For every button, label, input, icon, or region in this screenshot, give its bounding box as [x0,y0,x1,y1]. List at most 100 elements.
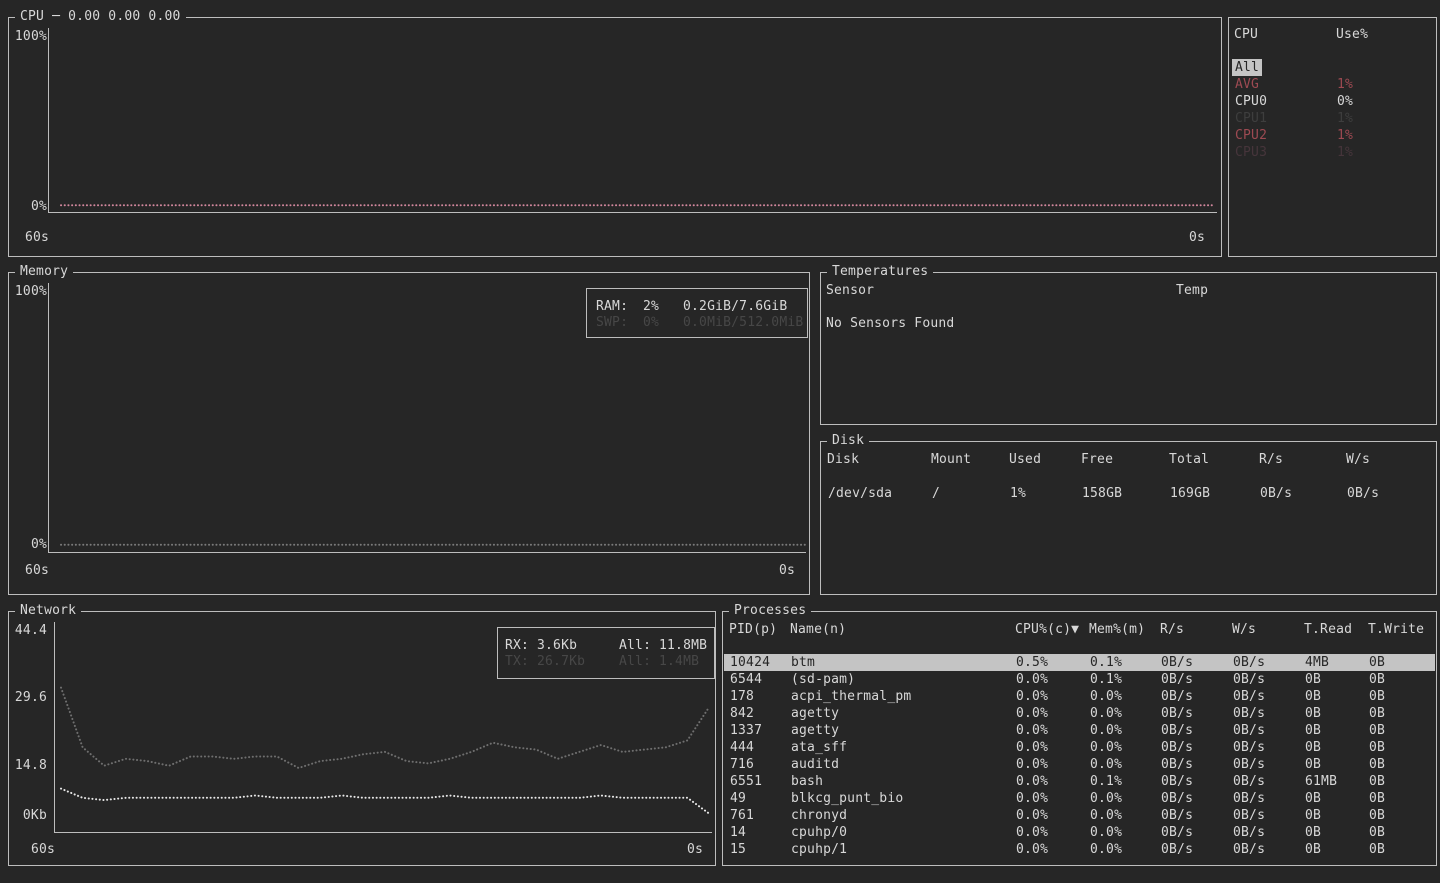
process-cell: 0B [1305,807,1321,824]
process-row-cpuhp/0[interactable]: 14cpuhp/00.0%0.0%0B/s0B/s0B0B [724,824,1435,841]
temperatures-panel-title: Temperatures [827,264,933,279]
process-cell: 0B [1305,722,1321,739]
process-row-auditd[interactable]: 716auditd0.0%0.0%0B/s0B/s0B0B [724,756,1435,773]
btm-system-monitor: CPU ─ 0.00 0.00 0.00 100% 0% 60s 0s CPU … [0,0,1440,883]
disk-cell: 0B/s [1260,485,1292,502]
cpu-legend-row-cpu3[interactable]: CPU31% [1230,144,1435,161]
disk-panel-title: Disk [827,433,869,448]
process-row-bash[interactable]: 6551bash0.0%0.1%0B/s0B/s61MB0B [724,773,1435,790]
process-cell: auditd [791,756,839,773]
cpu-legend-name: CPU1 [1235,110,1267,127]
processes-header-ws[interactable]: W/s [1232,621,1256,638]
process-row-btm[interactable]: 10424btm0.5%0.1%0B/s0B/s4MB0B [724,654,1435,671]
process-cell: 0.0% [1016,807,1048,824]
cpu-chart [9,18,1219,254]
cpu-legend-name: CPU3 [1235,144,1267,161]
cpu-legend-row-cpu2[interactable]: CPU2 1% [1230,127,1435,144]
process-cell: 6544 [730,671,762,688]
process-row-ata_sff[interactable]: 444ata_sff0.0%0.0%0B/s0B/s0B0B [724,739,1435,756]
network-legend-all-label: All: [619,653,651,670]
processes-header-cpu[interactable]: CPU%(c)▼ [1015,621,1079,638]
process-cell: 0B [1369,807,1385,824]
process-cell: 61MB [1305,773,1337,790]
process-cell: 0.0% [1016,841,1048,858]
process-cell: 842 [730,705,754,722]
process-cell: 0.1% [1090,671,1122,688]
disk-header-free: Free [1081,451,1113,468]
process-cell: 0B [1369,841,1385,858]
disk-cell: 158GB [1082,485,1122,502]
cpu-legend-name: All [1232,59,1262,76]
processes-header-rs[interactable]: R/s [1160,621,1184,638]
cpu-legend-col-use: Use% [1336,26,1368,43]
process-cell: 0B [1369,739,1385,756]
process-cell: 0B/s [1161,654,1193,671]
temperatures-col-sensor: Sensor [826,282,874,299]
process-cell: 0B/s [1161,841,1193,858]
memory-panel: Memory 100% 0% 60s 0s RAM:2%0.2GiB/7.6Gi… [8,272,810,595]
process-cell: 0.0% [1090,739,1122,756]
cpu-legend-name: CPU0 [1235,93,1267,110]
process-cell: 0B/s [1161,824,1193,841]
process-cell: acpi_thermal_pm [791,688,911,705]
process-cell: 0.0% [1090,807,1122,824]
process-cell: 0B/s [1233,654,1265,671]
process-row-cpuhp/1[interactable]: 15cpuhp/10.0%0.0%0B/s0B/s0B0B [724,841,1435,858]
memory-x-right-label: 0s [779,562,795,579]
cpu-legend-name: CPU2 [1235,127,1267,144]
cpu-legend-row-avg[interactable]: AVG1% [1230,76,1435,93]
process-row-(sd-pam)[interactable]: 6544(sd-pam)0.0%0.1%0B/s0B/s0B0B [724,671,1435,688]
processes-header-name[interactable]: Name(n) [790,621,846,638]
temperatures-panel: Temperatures Sensor Temp No Sensors Foun… [820,272,1437,425]
disk-cell: / [932,485,940,502]
disk-cell: 0B/s [1347,485,1379,502]
disk-header-used: Used [1009,451,1041,468]
temperatures-col-temp: Temp [1176,282,1208,299]
process-row-agetty[interactable]: 842agetty0.0%0.0%0B/s0B/s0B0B [724,705,1435,722]
process-cell: 0.0% [1090,790,1122,807]
process-row-blkcg_punt_bio[interactable]: 49blkcg_punt_bio0.0%0.0%0B/s0B/s0B0B [724,790,1435,807]
processes-panel: Processes PID(p) Name(n) CPU%(c)▼ Mem%(m… [722,611,1437,866]
memory-legend-value: 0.2GiB/7.6GiB [683,298,787,315]
processes-header-mem[interactable]: Mem%(m) [1089,621,1145,638]
processes-panel-title: Processes [729,603,811,618]
process-cell: chronyd [791,807,847,824]
process-cell: 0.0% [1090,705,1122,722]
processes-header-twrite[interactable]: T.Write [1368,621,1424,638]
process-cell: 0B [1369,773,1385,790]
network-legend-row-rx: RX:3.6KbAll:11.8MB [499,637,713,654]
process-cell: 0B/s [1233,739,1265,756]
disk-header-ws: W/s [1346,451,1370,468]
memory-legend-row-swp: SWP:0%0.0MiB/512.0MiB [588,314,806,331]
disk-cell: /dev/sda [828,485,892,502]
process-cell: cpuhp/1 [791,841,847,858]
process-cell: 0B/s [1161,705,1193,722]
cpu-legend-use: 1% [1337,127,1353,144]
process-row-agetty[interactable]: 1337agetty0.0%0.0%0B/s0B/s0B0B [724,722,1435,739]
memory-x-left-label: 60s [25,562,49,579]
process-row-chronyd[interactable]: 761chronyd0.0%0.0%0B/s0B/s0B0B [724,807,1435,824]
process-cell: 0B/s [1233,688,1265,705]
process-cell: 0.0% [1016,790,1048,807]
disk-row[interactable]: /dev/sda/1%158GB169GB0B/s0B/s [822,485,1435,502]
cpu-legend-row-cpu0[interactable]: CPU0 0% [1230,93,1435,110]
processes-header-tread[interactable]: T.Read [1304,621,1352,638]
cpu-legend-row-all[interactable]: All [1230,59,1435,76]
process-cell: 0B [1369,671,1385,688]
process-cell: 0B/s [1161,807,1193,824]
process-cell: agetty [791,705,839,722]
process-cell: 1337 [730,722,762,739]
processes-header-pid[interactable]: PID(p) [729,621,777,638]
cpu-legend-row-cpu1[interactable]: CPU11% [1230,110,1435,127]
cpu-legend-use: 0% [1337,93,1353,110]
cpu-panel: CPU ─ 0.00 0.00 0.00 100% 0% 60s 0s [8,17,1222,257]
network-legend-label: RX: [505,637,529,654]
process-cell: 0B [1369,756,1385,773]
process-cell: 0B/s [1161,722,1193,739]
process-cell: 0B [1305,705,1321,722]
disk-header-total: Total [1169,451,1209,468]
process-cell: 0.0% [1016,739,1048,756]
process-cell: 0.0% [1016,705,1048,722]
process-row-acpi_thermal_pm[interactable]: 178acpi_thermal_pm0.0%0.0%0B/s0B/s0B0B [724,688,1435,705]
network-legend-value: 3.6Kb [537,637,577,654]
